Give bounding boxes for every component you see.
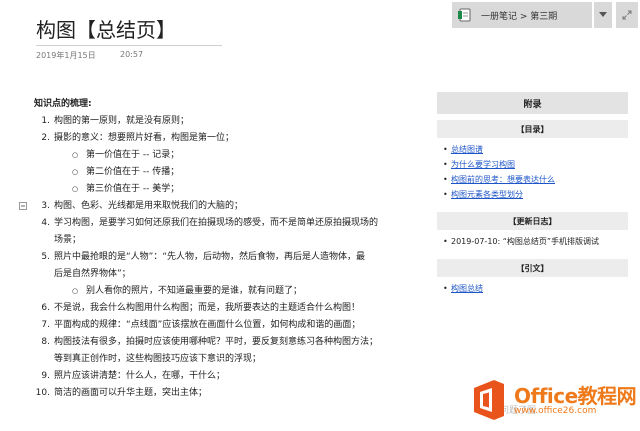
log-list: 2019-07-10: “构图总结页”手机排版调试 <box>437 230 628 253</box>
list-item: 9. 照片应该讲清楚：什么人，在哪，干什么； <box>34 368 424 385</box>
list-item-text: 学习构图，是要学习如何还原我们在拍摄现场的感受，而不是简单还原拍摄现场的 <box>54 218 379 228</box>
toc-link[interactable]: 总结图谱 <box>451 145 483 154</box>
list-item-text: 等到真正创作时，这些构图技巧应该下意识的浮现； <box>54 354 262 364</box>
ref-link[interactable]: 构图总结 <box>451 284 483 293</box>
list-item: 6. 不是说，我会什么构图用什么构图；而是，我所要表达的主题适合什么构图！ <box>34 300 424 317</box>
watermark-url: www.office26.com <box>514 406 597 416</box>
list-item: 4. 学习构图，是要学习如何还原我们在拍摄现场的感受，而不是简单还原拍摄现场的 <box>34 215 424 232</box>
section-heading: 知识点的梳理: <box>34 99 92 109</box>
notebook-icon <box>458 8 471 22</box>
log-text: 2019-07-10: “构图总结页”手机排版调试 <box>451 237 600 246</box>
list-number: 6. <box>41 303 50 313</box>
toc-link[interactable]: 构图元素各类型划分 <box>451 190 523 199</box>
list-item: 5. 照片中最抢眼的是“人物”：“先人物，后动物，然后食物，再后是人造物体，最 <box>34 249 424 266</box>
list-number: 1. <box>41 116 50 126</box>
list-number: 4. <box>41 218 50 228</box>
list-item: 7. 平面构成的规律：“点线面”应该摆放在画面什么位置，如何构成和谐的画面； <box>34 317 424 334</box>
list-item-text: 构图的第一原则，就是没有原则； <box>54 116 190 126</box>
list-item-continuation: 等到真正创作时，这些构图技巧应该下意识的浮现； <box>34 351 424 368</box>
hollow-bullet-icon: ○ <box>72 168 79 176</box>
list-item-text: 第二价值在于 -- 传播； <box>86 167 180 177</box>
list-number: 8. <box>41 337 50 347</box>
collapse-toggle[interactable] <box>19 202 27 210</box>
breadcrumb-text: 一册笔记 > 第三期 <box>481 11 558 22</box>
toc-item[interactable]: 构图前的思考：想要表达什么 <box>443 172 628 187</box>
toc-list: 总结图谱为什么要学习构图构图前的思考：想要表达什么构图元素各类型划分 <box>437 138 628 206</box>
ref-item[interactable]: 构图总结 <box>443 281 628 296</box>
minus-icon <box>21 205 25 207</box>
toc-item[interactable]: 为什么要学习构图 <box>443 157 628 172</box>
caret-down-icon <box>599 12 607 17</box>
list-item-text: 照片中最抢眼的是“人物”：“先人物，后动物，然后食物，再后是人造物体，最 <box>54 252 365 262</box>
page-time: 20:57 <box>120 50 144 59</box>
list-item-text: 构图、色彩、光线都是用来取悦我们的大脑的； <box>54 201 244 211</box>
list-item-text: 照片应该讲清楚：什么人，在哪，干什么； <box>54 371 226 381</box>
list-number: 10. <box>35 388 50 398</box>
expand-button[interactable] <box>616 2 638 28</box>
toc-link[interactable]: 构图前的思考：想要表达什么 <box>451 175 555 184</box>
toc-title: 【目录】 <box>437 120 628 138</box>
list-number: 2. <box>41 133 50 143</box>
hollow-bullet-icon: ○ <box>72 287 79 295</box>
watermark-brand: Office教程网 <box>514 384 637 408</box>
list-item: 8. 构图技法有很多，拍摄时应该使用哪种呢？平时，要反复刻意练习各种构图方法； <box>34 334 424 351</box>
expand-arrows-icon <box>622 10 632 20</box>
ref-title: 【引文】 <box>437 259 628 277</box>
list-item-text: 第三价值在于 -- 美学； <box>86 184 180 194</box>
toc-item[interactable]: 总结图谱 <box>443 142 628 157</box>
log-item: 2019-07-10: “构图总结页”手机排版调试 <box>443 234 628 249</box>
sub-list-item: ○ 第三价值在于 -- 美学； <box>34 181 424 198</box>
appendix-header: 附录 <box>437 92 628 114</box>
notebook-breadcrumb-button[interactable]: 一册笔记 > 第三期 <box>452 2 592 28</box>
list-item-text: 后是自然界物体”； <box>54 269 131 279</box>
watermark: Office教程网 www.office26.com <box>470 378 637 424</box>
sub-list-item: ○ 别人看你的照片，不知道最重要的是谁，就有问题了； <box>34 283 424 300</box>
notebook-bar: 一册笔记 > 第三期 <box>452 2 638 28</box>
list-item-text: 摄影的意义：想要照片好看，构图是第一位； <box>54 133 235 143</box>
list-item-text: 场景； <box>54 235 82 245</box>
sub-list-item: ○ 第一价值在于 -- 记录； <box>34 147 424 164</box>
list-number: 9. <box>41 371 50 381</box>
hollow-bullet-icon: ○ <box>72 185 79 193</box>
toc-link[interactable]: 为什么要学习构图 <box>451 160 515 169</box>
list-number: 5. <box>41 252 50 262</box>
list-item: 3. 构图、色彩、光线都是用来取悦我们的大脑的； <box>34 198 424 215</box>
list-item-continuation: 场景； <box>34 232 424 249</box>
list-item-text: 简洁的画面可以升华主题，突出主体； <box>54 388 208 398</box>
ref-list: 构图总结 <box>437 277 628 300</box>
list-number: 3. <box>41 201 50 211</box>
title-divider <box>36 45 222 46</box>
list-item-text: 平面构成的规律：“点线面”应该摆放在画面什么位置，如何构成和谐的画面； <box>54 320 361 330</box>
list-item: 1. 构图的第一原则，就是没有原则； <box>34 113 424 130</box>
notebook-dropdown-button[interactable] <box>594 2 612 28</box>
list-item: 10. 简洁的画面可以升华主题，突出主体； <box>34 385 424 402</box>
appendix-panel: 附录 【目录】 总结图谱为什么要学习构图构图前的思考：想要表达什么构图元素各类型… <box>437 92 628 300</box>
page-title[interactable]: 构图【总结页】 <box>36 14 176 43</box>
list-item: 2. 摄影的意义：想要照片好看，构图是第一位； <box>34 130 424 147</box>
list-item-continuation: 后是自然界物体”； <box>34 266 424 283</box>
note-content[interactable]: 知识点的梳理: 1. 构图的第一原则，就是没有原则； 2. 摄影的意义：想要照片好看，… <box>34 96 424 402</box>
hollow-bullet-icon: ○ <box>72 151 79 159</box>
office-logo-icon <box>474 380 504 420</box>
page-date: 2019年1月15日 <box>36 51 96 60</box>
list-item-text: 别人看你的照片，不知道最重要的是谁，就有问题了； <box>86 286 303 296</box>
list-item-text: 不是说，我会什么构图用什么构图；而是，我所要表达的主题适合什么构图！ <box>54 303 361 313</box>
list-number: 7. <box>41 320 50 330</box>
sub-list-item: ○ 第二价值在于 -- 传播； <box>34 164 424 181</box>
list-item-text: 第一价值在于 -- 记录； <box>86 150 180 160</box>
knowledge-list: 1. 构图的第一原则，就是没有原则； 2. 摄影的意义：想要照片好看，构图是第一位； ○… <box>34 113 424 402</box>
log-title: 【更新日志】 <box>437 212 628 230</box>
list-item-text: 构图技法有很多，拍摄时应该使用哪种呢？平时，要反复刻意练习各种构图方法； <box>54 337 379 347</box>
toc-item[interactable]: 构图元素各类型划分 <box>443 187 628 202</box>
